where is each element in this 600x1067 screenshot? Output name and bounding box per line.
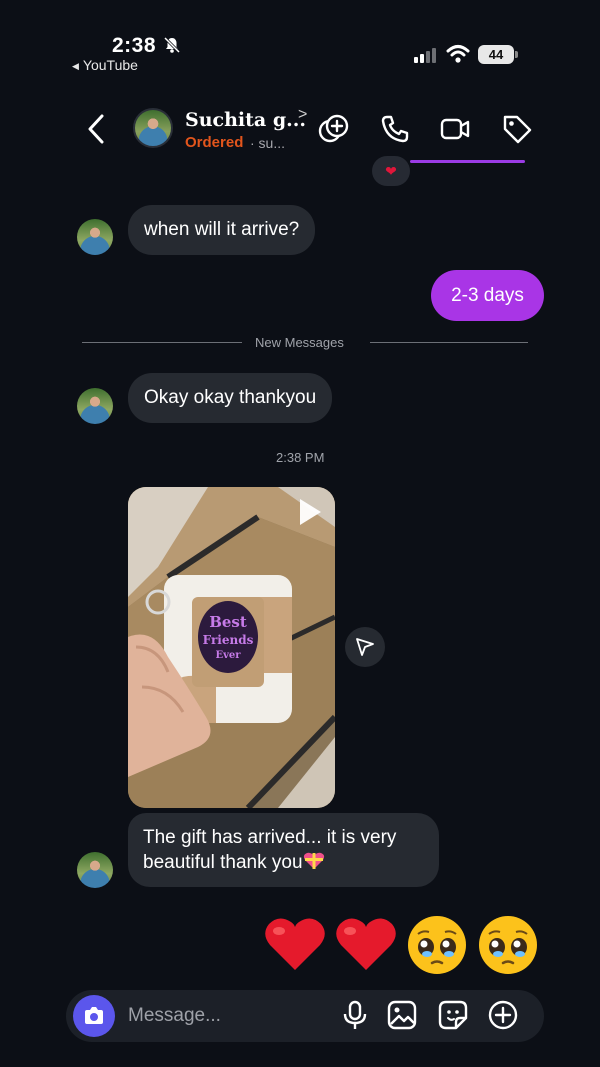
chevron-right-icon[interactable]: > <box>298 106 307 124</box>
back-chevron-icon[interactable] <box>84 112 110 146</box>
sender-avatar[interactable] <box>77 219 113 255</box>
tag-icon <box>503 115 532 144</box>
share-button[interactable] <box>345 627 385 667</box>
divider-line-right <box>370 342 528 343</box>
voice-call-button[interactable] <box>378 112 412 146</box>
divider-line-left <box>82 342 242 343</box>
heart-reaction-icon[interactable]: ❤ <box>372 156 410 186</box>
phone-icon <box>381 115 409 143</box>
sender-avatar[interactable] <box>77 388 113 424</box>
video-camera-icon <box>440 118 470 140</box>
plus-circle-icon[interactable] <box>487 999 519 1031</box>
heart-gift-emoji-icon <box>303 852 324 869</box>
camera-icon <box>85 1007 103 1024</box>
message-bubble-incoming[interactable]: The gift has arrived... it is very beaut… <box>128 813 439 887</box>
pleading-face-icon[interactable] <box>405 912 469 976</box>
add-collaborator-button[interactable] <box>317 112 351 146</box>
dm-thread-screen: { "status_bar": { "time": "2:38", "back_… <box>0 0 600 1067</box>
pleading-face-icon[interactable] <box>476 912 540 976</box>
sticker-icon[interactable] <box>437 999 469 1031</box>
contact-avatar[interactable] <box>133 108 173 148</box>
order-status-label: Ordered <box>185 134 244 151</box>
message-timestamp: 2:38 PM <box>276 450 325 465</box>
battery-indicator: 44 <box>478 45 518 64</box>
video-call-button[interactable] <box>438 112 472 146</box>
svg-text:Best: Best <box>209 613 247 631</box>
message-text: The gift has arrived... it is very beaut… <box>143 827 397 873</box>
gift-card-photo: Best Friends Ever <box>128 487 335 808</box>
message-input[interactable] <box>128 1001 328 1031</box>
message-bubble-incoming[interactable]: Okay okay thankyou <box>128 373 333 423</box>
gallery-icon[interactable] <box>386 999 418 1031</box>
back-app-label: YouTube <box>82 57 138 73</box>
wifi-icon <box>446 45 470 63</box>
previous-message-edge <box>410 160 525 163</box>
cellular-signal-icon <box>414 48 436 63</box>
contact-name[interactable]: Suchita g... <box>185 109 306 131</box>
new-messages-divider: New Messages <box>255 335 344 350</box>
play-icon[interactable] <box>297 497 323 527</box>
camera-button[interactable] <box>73 995 115 1037</box>
sender-avatar[interactable] <box>77 852 113 888</box>
red-heart-icon[interactable] <box>263 912 327 976</box>
send-arrow-icon <box>356 638 374 656</box>
svg-text:Friends: Friends <box>203 633 254 647</box>
people-plus-icon <box>318 114 349 143</box>
back-to-app-link[interactable]: ◀ YouTube <box>72 57 138 73</box>
header-subtext: · su... <box>250 135 286 151</box>
tag-button[interactable] <box>500 112 534 146</box>
bell-slash-icon <box>163 36 181 54</box>
status-time: 2:38 <box>112 34 157 57</box>
message-bubble-outgoing[interactable]: 2-3 days <box>431 270 544 321</box>
video-message-thumbnail[interactable]: Best Friends Ever <box>128 487 335 808</box>
svg-text:Ever: Ever <box>215 650 241 661</box>
microphone-icon[interactable] <box>339 999 371 1031</box>
message-bubble-incoming[interactable]: when will it arrive? <box>128 205 316 255</box>
red-heart-icon[interactable] <box>334 912 398 976</box>
back-triangle-icon: ◀ <box>72 61 79 71</box>
